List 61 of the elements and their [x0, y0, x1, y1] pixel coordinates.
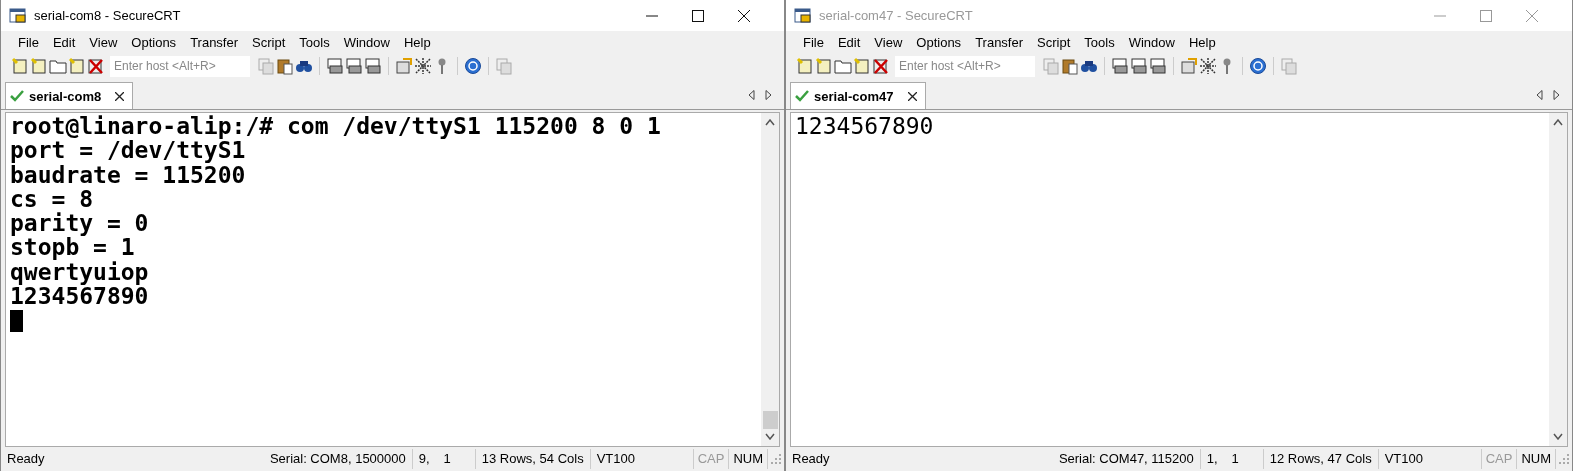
paste-icon[interactable] [276, 57, 294, 75]
terminal-size: 13 Rows, 54 Cols [475, 449, 591, 469]
session-tab[interactable]: serial-com8 [5, 82, 134, 109]
emulation-status: VT100 [1378, 449, 1482, 469]
scroll-up-icon[interactable] [1553, 119, 1563, 126]
scroll-left-icon[interactable] [748, 90, 755, 100]
app-icon [9, 7, 27, 24]
caps-lock-indicator: CAP [1481, 449, 1518, 469]
tab-label[interactable]: serial-com47 [814, 88, 894, 104]
window-title: serial-com47 - SecureCRT [819, 8, 973, 23]
folder-icon[interactable] [49, 57, 67, 75]
num-lock-indicator: NUM [1517, 449, 1556, 469]
scroll-up-icon[interactable] [765, 119, 775, 126]
connection-status: Serial: COM8, 1500000 [263, 449, 413, 469]
scroll-down-icon[interactable] [1553, 433, 1563, 440]
menu-item[interactable]: Tools [290, 34, 335, 50]
connection-status: Serial: COM47, 115200 [1052, 449, 1201, 469]
menu-item[interactable]: Window [334, 34, 395, 50]
host-field[interactable]: Enter host <Alt+R> [110, 55, 250, 77]
menu-item[interactable]: Script [243, 34, 291, 50]
terminal-line: root@linaro-alip:/# com /dev/ttyS1 115200 8 0 1 [10, 114, 662, 139]
emulation-status: VT100 [590, 449, 694, 469]
terminal-line: cs = 8 [10, 186, 95, 212]
terminal-line: qwertyuiop [10, 259, 150, 285]
close-icon[interactable] [115, 91, 125, 101]
scrollbar-thumb[interactable] [762, 411, 778, 429]
status-text: Ready [6, 450, 46, 468]
menu-item[interactable]: File [9, 34, 44, 50]
cursor-row-text: 1, [1206, 450, 1218, 468]
scroll-down-icon[interactable] [765, 433, 775, 440]
caps-lock-indicator: CAP [693, 449, 730, 469]
cursor-column: 1 [443, 449, 451, 469]
terminal-line: 1234567890 [795, 114, 935, 139]
disconnect-icon[interactable] [87, 57, 105, 75]
maximize-icon[interactable] [692, 9, 704, 22]
terminal-line: stopb = 1 [10, 235, 136, 260]
menu-item[interactable]: Help [394, 34, 436, 50]
terminal-line: parity = 0 [10, 211, 150, 236]
menu-item[interactable]: View [80, 34, 123, 50]
terminal-line: 1234567890 [10, 284, 150, 309]
cursor-row-text: 9, [418, 450, 430, 468]
terminal-line: baudrate = 115200 [10, 162, 247, 187]
help-icon[interactable] [464, 57, 482, 75]
terminal-line: port = /dev/ttyS1 [10, 138, 246, 163]
check-icon [10, 90, 24, 102]
scrollbar[interactable] [761, 113, 779, 446]
cursor-column: 1 [1231, 449, 1239, 469]
check-icon [795, 90, 809, 102]
menu-item[interactable]: Options [122, 34, 182, 50]
tab-label[interactable]: serial-com8 [29, 88, 102, 104]
num-lock-indicator: NUM [729, 449, 768, 469]
app-icon [794, 7, 812, 24]
resize-grip-icon[interactable] [771, 454, 781, 464]
window-title: serial-com8 - SecureCRT [34, 8, 181, 23]
menu-item[interactable]: Transfer [181, 34, 244, 50]
status-text: Ready [791, 450, 831, 468]
terminal-size: 12 Rows, 47 Cols [1263, 449, 1379, 469]
menu-item[interactable]: Edit [43, 34, 81, 50]
scroll-right-icon[interactable] [765, 90, 772, 100]
close-icon[interactable] [907, 91, 917, 101]
close-icon[interactable] [738, 9, 750, 22]
